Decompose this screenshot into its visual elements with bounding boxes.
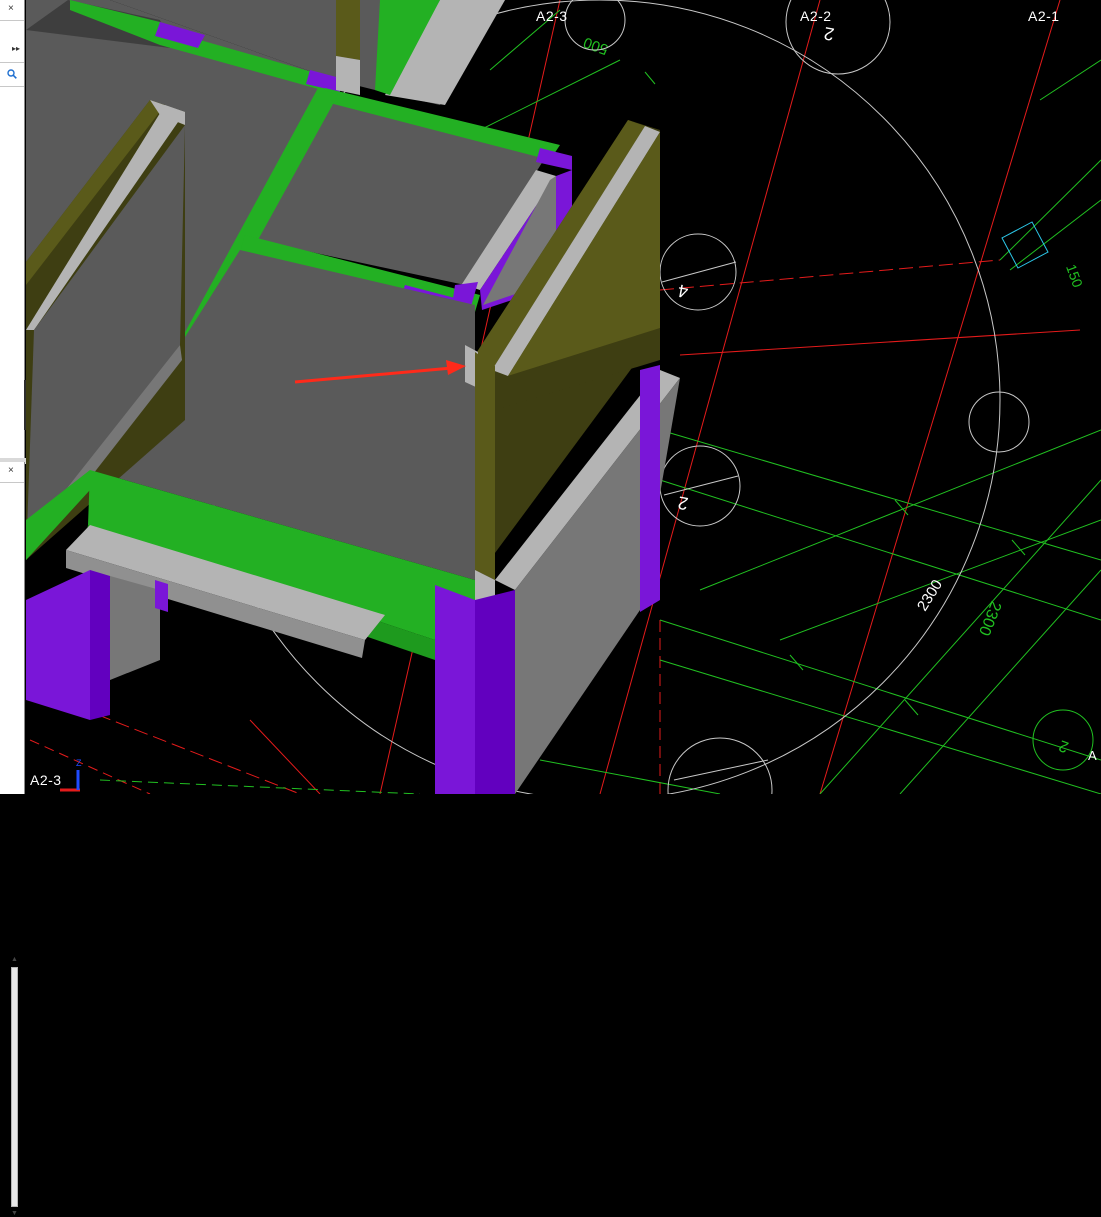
- vertical-scrollbar[interactable]: [11, 967, 18, 1207]
- dimension-2300-mirror: 2300: [975, 599, 1004, 638]
- axis-label-a2-1: A2-1: [1028, 8, 1060, 24]
- model-drawing: 2300 2300 500 150 4 2 2 2 Z A: [26, 0, 1101, 794]
- axis-bubble-dividers: [661, 261, 769, 781]
- panel-separator: [0, 20, 24, 21]
- grid-ticks: [644, 71, 1026, 716]
- expand-panel-icon[interactable]: ▸▸: [12, 44, 20, 53]
- left-dock-panel: × ▸▸: [0, 0, 25, 460]
- axis-label-a2-2: A2-2: [800, 8, 832, 24]
- panel-separator: [0, 482, 24, 483]
- front-right-column: [435, 580, 475, 794]
- panel-separator: [0, 62, 24, 63]
- cad-3d-viewport[interactable]: 2300 2300 500 150 4 2 2 2 Z A A2-3 A2-2 …: [26, 0, 1101, 794]
- section-mark-2-green: 2: [1057, 736, 1071, 755]
- ucs-z-label: Z: [76, 758, 82, 768]
- section-mark-2-top: 2: [822, 23, 835, 44]
- panel-close-icon[interactable]: ×: [8, 466, 14, 476]
- dimension-500: 500: [581, 33, 610, 58]
- section-mark-4: 4: [676, 280, 689, 301]
- section-mark-2: 2: [676, 492, 689, 513]
- panel-close-icon[interactable]: ×: [8, 4, 14, 14]
- partial-axis-label: A: [1088, 748, 1097, 763]
- front-left-column: [26, 570, 90, 720]
- scroll-down-icon[interactable]: ▼: [11, 1210, 18, 1217]
- axis-label-corner: A2-3: [30, 772, 62, 788]
- dimension-150: 150: [1063, 262, 1086, 290]
- left-dock-panel-bottom: × ▲ ▼: [0, 462, 25, 1217]
- panel-separator: [0, 86, 24, 87]
- search-icon[interactable]: [7, 69, 17, 79]
- scroll-up-icon[interactable]: ▲: [11, 956, 18, 963]
- cyan-detail-box: [1001, 221, 1049, 269]
- axis-label-a2-3: A2-3: [536, 8, 568, 24]
